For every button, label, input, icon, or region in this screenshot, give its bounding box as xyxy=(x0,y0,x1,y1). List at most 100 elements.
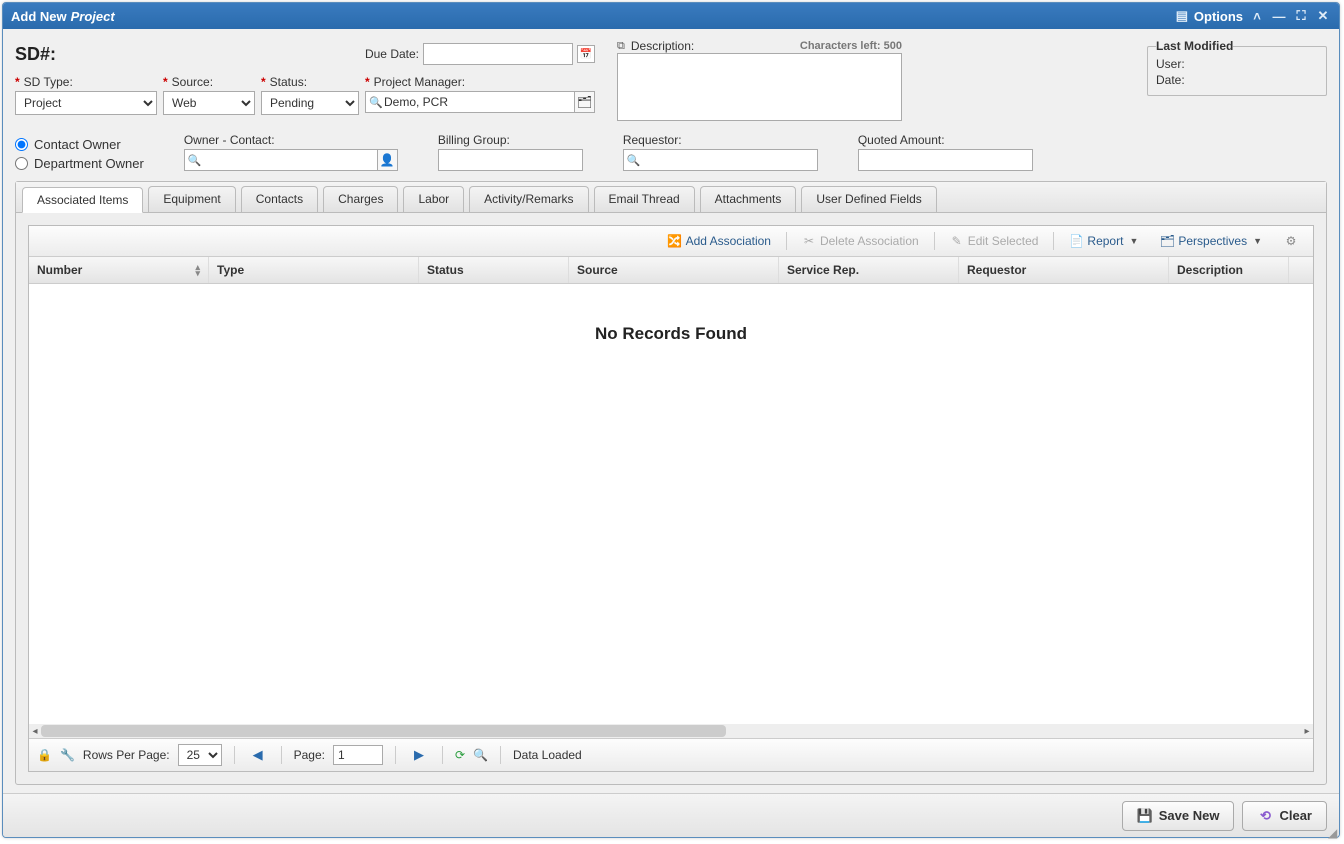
maximize-icon[interactable]: ⛶ xyxy=(1293,8,1309,24)
page-label: Page: xyxy=(294,748,325,762)
due-date-input[interactable] xyxy=(423,43,573,65)
minimize-icon[interactable]: — xyxy=(1271,8,1287,24)
add-association-icon: 🔀 xyxy=(668,234,682,248)
last-modified-box: Last Modified User: Date: xyxy=(1147,39,1327,96)
clear-button[interactable]: ⟲Clear xyxy=(1242,801,1327,831)
grid-pager: 🔒 🔧 Rows Per Page: 25 ◀ Page: ▶ ⟳ 🔍 Data xyxy=(29,738,1313,771)
scrollbar-thumb[interactable] xyxy=(41,725,726,737)
billing-group-label: Billing Group: xyxy=(438,133,583,147)
clear-icon: ⟲ xyxy=(1257,808,1273,824)
tabs: Associated Items Equipment Contacts Char… xyxy=(16,182,1326,213)
contact-owner-radio[interactable]: Contact Owner xyxy=(15,137,144,152)
no-records-label: No Records Found xyxy=(29,284,1313,724)
horizontal-scrollbar[interactable]: ◂ ▸ xyxy=(29,724,1313,738)
scroll-left-icon[interactable]: ◂ xyxy=(29,725,41,737)
perspectives-button[interactable]: 🗂Perspectives▼ xyxy=(1151,230,1271,252)
grid-body: No Records Found xyxy=(29,284,1313,724)
col-requestor[interactable]: Requestor xyxy=(959,257,1169,283)
status-select[interactable]: Pending xyxy=(261,91,359,115)
chevron-down-icon: ▼ xyxy=(1253,236,1262,246)
report-icon: 📄 xyxy=(1069,234,1083,248)
col-source[interactable]: Source xyxy=(569,257,779,283)
grid-toolbar: 🔀Add Association ✂Delete Association ✎Ed… xyxy=(29,226,1313,257)
tab-attachments[interactable]: Attachments xyxy=(700,186,797,212)
close-icon[interactable]: ✕ xyxy=(1315,8,1331,24)
requestor-label: Requestor: xyxy=(623,133,818,147)
col-status[interactable]: Status xyxy=(419,257,569,283)
last-modified-legend: Last Modified xyxy=(1156,39,1233,53)
required-icon: * xyxy=(15,75,20,89)
source-label: Source: xyxy=(172,75,213,89)
save-icon: 💾 xyxy=(1137,808,1153,824)
last-modified-date: Date: xyxy=(1156,73,1318,87)
tab-activity-remarks[interactable]: Activity/Remarks xyxy=(469,186,588,212)
quoted-amount-input[interactable] xyxy=(858,149,1033,171)
department-owner-radio[interactable]: Department Owner xyxy=(15,156,144,171)
department-owner-input[interactable] xyxy=(15,157,28,170)
rows-per-page-select[interactable]: 25 xyxy=(178,744,222,766)
col-service-rep[interactable]: Service Rep. xyxy=(779,257,959,283)
add-contact-icon[interactable]: 👤 xyxy=(378,149,398,171)
next-page-button[interactable]: ▶ xyxy=(408,747,430,763)
title-prefix: Add New xyxy=(11,9,67,24)
quoted-amount-label: Quoted Amount: xyxy=(858,133,1033,147)
calendar-icon[interactable]: 📅 xyxy=(577,45,595,63)
edit-selected-button: ✎Edit Selected xyxy=(941,230,1048,252)
requestor-input[interactable] xyxy=(623,149,818,171)
tab-user-defined-fields[interactable]: User Defined Fields xyxy=(801,186,936,212)
pager-status: Data Loaded xyxy=(513,748,582,762)
contact-owner-input[interactable] xyxy=(15,138,28,151)
scroll-right-icon[interactable]: ▸ xyxy=(1301,725,1313,737)
wrench-icon[interactable]: 🔧 xyxy=(60,748,75,762)
due-date-label: Due Date: xyxy=(365,47,419,61)
titlebar[interactable]: Add New Project ▤ Options ˄ — ⛶ ✕ xyxy=(3,3,1339,29)
sd-type-select[interactable]: Project xyxy=(15,91,157,115)
options-icon[interactable]: ▤ xyxy=(1174,8,1190,24)
search-icon[interactable]: 🔍 xyxy=(473,748,488,762)
collapse-icon[interactable]: ˄ xyxy=(1249,8,1265,24)
prev-page-button[interactable]: ◀ xyxy=(247,747,269,763)
chars-left-label: Characters left: 500 xyxy=(800,40,902,52)
last-modified-user: User: xyxy=(1156,57,1318,71)
tab-labor[interactable]: Labor xyxy=(403,186,464,212)
chevron-down-icon: ▼ xyxy=(1129,236,1138,246)
required-icon: * xyxy=(365,75,370,89)
settings-button[interactable]: ⚙ xyxy=(1275,230,1307,252)
billing-group-input[interactable] xyxy=(438,149,583,171)
description-textarea[interactable] xyxy=(617,53,902,121)
sort-icon[interactable]: ▴▾ xyxy=(195,264,200,276)
edit-icon: ✎ xyxy=(950,234,964,248)
pm-label: Project Manager: xyxy=(374,75,465,89)
tab-associated-items[interactable]: Associated Items xyxy=(22,187,143,213)
lock-icon[interactable]: 🔒 xyxy=(37,748,52,762)
tab-contacts[interactable]: Contacts xyxy=(241,186,318,212)
card-icon[interactable]: 🗂 xyxy=(575,91,595,113)
owner-contact-input[interactable] xyxy=(184,149,378,171)
footer: 💾Save New ⟲Clear xyxy=(3,793,1339,837)
grid-header: Number▴▾ Type Status Source Service Rep.… xyxy=(29,257,1313,284)
status-label: Status: xyxy=(270,75,307,89)
refresh-icon[interactable]: ⟳ xyxy=(455,748,465,762)
tab-equipment[interactable]: Equipment xyxy=(148,186,235,212)
col-type[interactable]: Type xyxy=(209,257,419,283)
required-icon: * xyxy=(163,75,168,89)
delete-association-icon: ✂ xyxy=(802,234,816,248)
rows-per-page-label: Rows Per Page: xyxy=(83,748,170,762)
col-number[interactable]: Number▴▾ xyxy=(29,257,209,283)
title-suffix: Project xyxy=(71,9,115,24)
sd-type-label: SD Type: xyxy=(24,75,73,89)
page-input[interactable] xyxy=(333,745,383,765)
add-association-button[interactable]: 🔀Add Association xyxy=(659,230,780,252)
tab-email-thread[interactable]: Email Thread xyxy=(594,186,695,212)
save-new-button[interactable]: 💾Save New xyxy=(1122,801,1235,831)
options-label[interactable]: Options xyxy=(1194,9,1243,24)
delete-association-button: ✂Delete Association xyxy=(793,230,928,252)
pm-input[interactable] xyxy=(365,91,575,113)
popout-icon[interactable]: ⧉ xyxy=(617,40,625,53)
gear-icon: ⚙ xyxy=(1284,234,1298,248)
description-label: Description: xyxy=(631,39,694,53)
report-button[interactable]: 📄Report▼ xyxy=(1060,230,1147,252)
source-select[interactable]: Web xyxy=(163,91,255,115)
tab-charges[interactable]: Charges xyxy=(323,186,398,212)
col-description[interactable]: Description xyxy=(1169,257,1289,283)
